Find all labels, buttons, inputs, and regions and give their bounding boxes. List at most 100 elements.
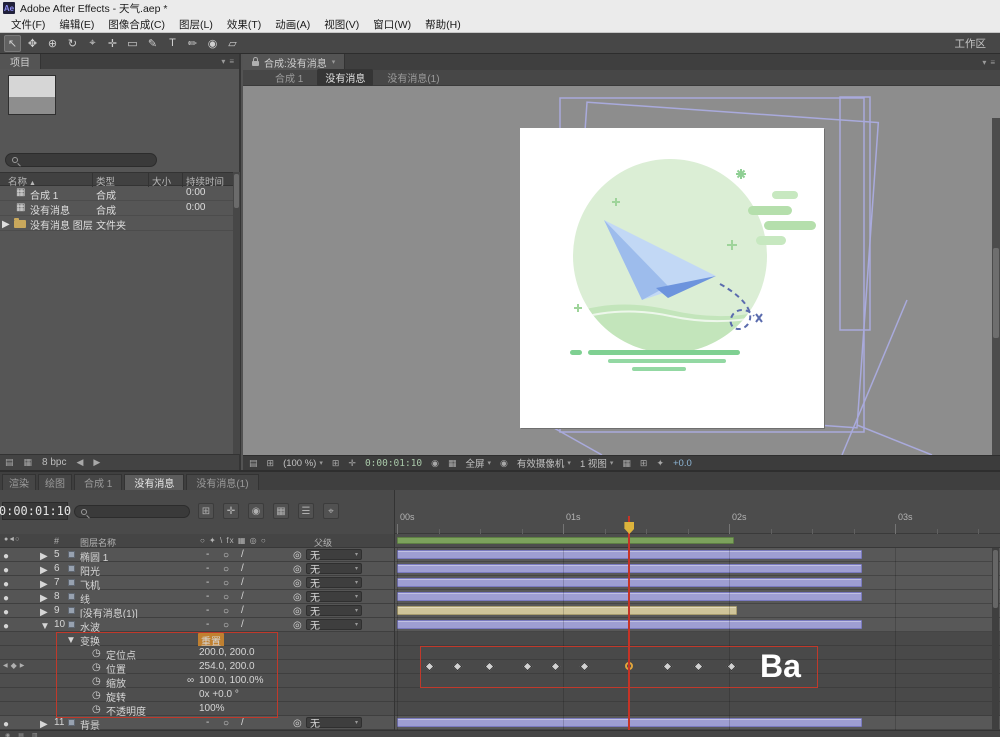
timeline-tool-icon[interactable]: ⊞ [198,503,214,519]
brush-tool[interactable]: ✏ [184,35,201,52]
menu-item[interactable]: 效果(T) [220,16,268,32]
timeline-tab[interactable]: 绘图 [38,474,72,490]
selection-tool[interactable]: ↖ [4,35,21,52]
timeline-tab[interactable]: 渲染 [2,474,36,490]
effects-switch[interactable]: / [241,563,244,574]
work-area-bar[interactable] [397,537,734,544]
timeline-row[interactable]: ●▶7飞机-○/◎无▾ [0,576,1000,590]
menu-item[interactable]: 文件(F) [4,16,52,32]
project-row[interactable]: ▶没有消息 图层文件夹 [0,216,233,231]
snapshot-icon[interactable]: ▦ [448,458,457,469]
property-value[interactable]: 100% [199,703,225,714]
layer-track[interactable] [395,604,1000,618]
property-value[interactable]: 0x +0.0 ° [199,689,239,700]
layer-track[interactable] [395,562,1000,576]
property-value[interactable]: 200.0, 200.0 [199,647,255,658]
keyframe-diamond[interactable] [662,662,672,672]
pickwhip-icon[interactable]: ◎ [293,718,302,729]
layer-label-chip[interactable] [68,565,75,572]
timeline-scrollbar[interactable] [992,548,999,730]
panel-menu[interactable]: ▾ ≡ [221,57,239,66]
comp-tab[interactable]: 没有消息 [317,69,373,86]
visibility-eye-icon[interactable]: ● [3,621,9,632]
timeline-footer-icon[interactable]: ▥ [32,732,38,737]
visibility-eye-icon[interactable]: ● [3,551,9,562]
resolution-dropdown[interactable]: 全屏▾ [466,456,492,470]
quality-switch[interactable]: ○ [223,578,229,589]
lock-icon[interactable] [252,61,259,66]
timeline-row[interactable]: ▼变换重置 [0,632,1000,646]
layer-label-chip[interactable] [68,607,75,614]
orbit-camera-tool[interactable]: ↻ [64,35,81,52]
scrollbar-thumb[interactable] [993,248,999,338]
effects-switch[interactable]: / [241,591,244,602]
layer-label-chip[interactable] [68,719,75,726]
timeline-tool-icon[interactable]: ✛ [223,503,239,519]
prev-arrow-icon[interactable]: ◀ [77,457,84,468]
timeline-tab[interactable]: 合成 1 [74,474,122,490]
timeline-row[interactable]: ●▶11背景-○/◎无▾ [0,716,1000,730]
quality-switch[interactable]: ○ [223,592,229,603]
panel-track-divider[interactable] [394,490,395,737]
pickwhip-icon[interactable]: ◎ [293,550,302,561]
effects-switch[interactable]: / [241,619,244,630]
parent-dropdown[interactable]: 无▾ [306,619,362,630]
eraser-tool[interactable]: ▱ [224,35,241,52]
timeline-row[interactable]: ●▼10水波-○/◎无▾ [0,618,1000,632]
layer-track[interactable] [395,590,1000,604]
viewer-render-icon[interactable]: ▦ [622,458,631,469]
project-search[interactable] [5,153,157,167]
timeline-row[interactable]: ◷旋转0x +0.0 ° [0,688,1000,702]
timeline-tool-icon[interactable]: ☰ [298,503,314,519]
view-layout-dropdown[interactable]: 1 视图▾ [580,456,613,470]
work-area-strip[interactable] [395,534,1000,548]
parent-dropdown[interactable]: 无▾ [306,605,362,616]
parent-dropdown[interactable]: 无▾ [306,591,362,602]
project-scrollbar[interactable] [233,172,240,454]
keyframe-diamond[interactable] [453,662,463,672]
add-keyframe-icon[interactable]: ◆ [11,661,17,670]
layer-label-chip[interactable] [68,579,75,586]
timeline-row[interactable]: ◷缩放∞100.0, 100.0% [0,674,1000,688]
type-tool[interactable]: T [164,35,181,52]
timeline-search[interactable] [74,505,190,518]
shy-switch[interactable]: - [206,549,209,560]
layer-label-chip[interactable] [68,621,75,628]
expand-arrow-icon[interactable]: ▶ [40,593,48,604]
menu-item[interactable]: 视图(V) [317,16,366,32]
visibility-eye-icon[interactable]: ● [3,579,9,590]
timeline-row[interactable]: ◀◆▶◷位置254.0, 200.0 [0,660,1000,674]
viewer-content[interactable] [243,86,1000,455]
quality-switch[interactable]: ○ [223,718,229,729]
scrollbar-thumb[interactable] [234,174,239,208]
parent-dropdown[interactable]: 无▾ [306,577,362,588]
project-bit-depth[interactable]: 8 bpc [42,457,66,468]
effects-switch[interactable]: / [241,717,244,728]
viewer-scrollbar[interactable] [992,118,1000,455]
quality-switch[interactable]: ○ [223,606,229,617]
pan-behind-tool[interactable]: ✛ [104,35,121,52]
layer-label-chip[interactable] [68,551,75,558]
keyframe-diamond[interactable] [694,662,704,672]
exposure-value[interactable]: +0.0 [673,458,692,469]
pickwhip-icon[interactable]: ◎ [293,592,302,603]
stopwatch-icon[interactable]: ◷ [92,676,101,687]
comp-tab[interactable]: 没有消息(1) [379,69,447,86]
playhead-line[interactable] [628,516,630,730]
collapse-arrow-icon[interactable]: ▼ [66,635,76,646]
property-value[interactable]: 100.0, 100.0% [199,675,264,686]
timeline-row[interactable]: ●▶6阳光-○/◎无▾ [0,562,1000,576]
visibility-eye-icon[interactable]: ● [3,565,9,576]
visibility-eye-icon[interactable]: ● [3,607,9,618]
effects-switch[interactable]: / [241,577,244,588]
timeline-footer-icon[interactable]: ◉ [5,732,10,737]
tab-composition-viewer[interactable]: 合成:没有消息 ▾ [243,54,345,70]
menu-item[interactable]: 图层(L) [172,16,220,32]
project-search-input[interactable] [22,155,132,166]
stopwatch-icon[interactable]: ◷ [92,690,101,701]
menu-item[interactable]: 窗口(W) [366,16,418,32]
workspace-selector[interactable]: 工作区 [955,36,1000,51]
menu-item[interactable]: 帮助(H) [418,16,468,32]
stopwatch-icon[interactable]: ◷ [92,662,101,673]
project-row[interactable]: ▦没有消息合成0:00 [0,201,233,216]
